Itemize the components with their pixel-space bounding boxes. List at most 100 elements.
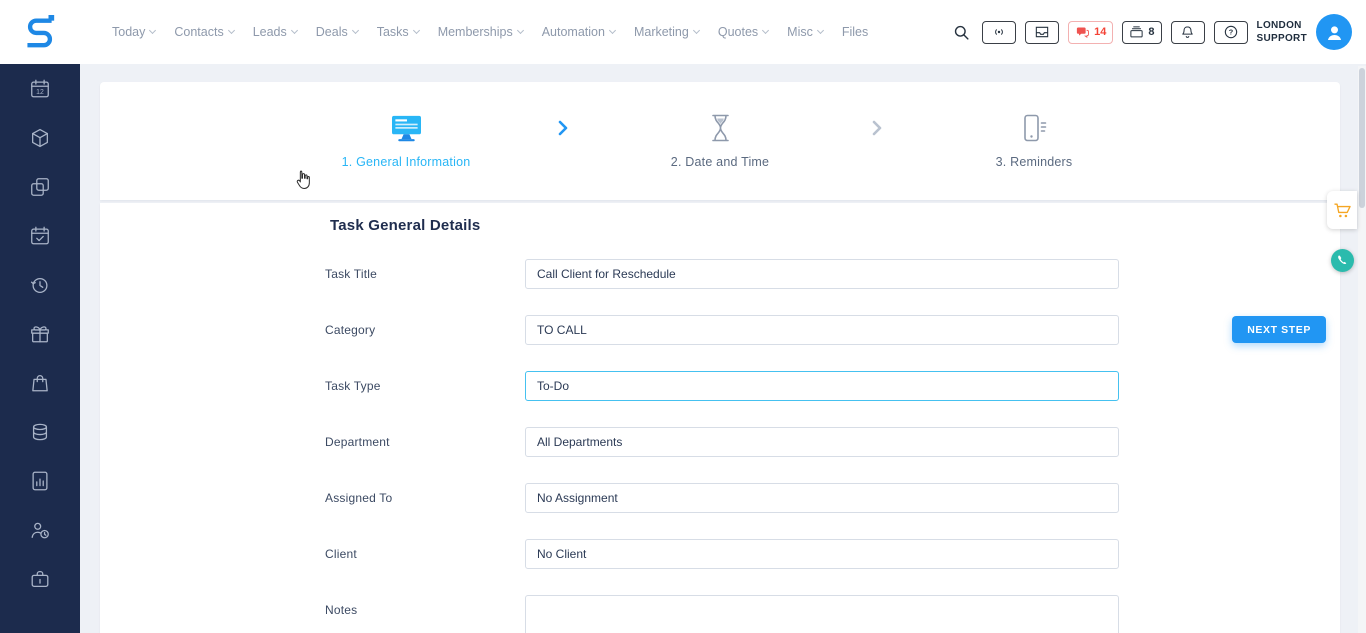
nav-item-deals[interactable]: Deals: [316, 25, 358, 39]
chat-badge-count: 14: [1094, 26, 1106, 38]
task-type-input[interactable]: [525, 371, 1119, 401]
chevron-down-icon: [291, 27, 298, 34]
shopping-cart-icon: [1333, 201, 1352, 220]
notifications-button[interactable]: [1171, 21, 1205, 44]
stacked-cards-icon: [1129, 25, 1144, 40]
account-name-line2: SUPPORT: [1257, 32, 1307, 46]
nav-item-automation[interactable]: Automation: [542, 25, 615, 39]
monitor-icon: [390, 114, 423, 143]
nav-item-files[interactable]: Files: [842, 25, 868, 39]
form-row-category: Category: [325, 315, 1340, 345]
assigned-to-label: Assigned To: [325, 491, 525, 505]
next-step-button[interactable]: NEXT STEP: [1232, 316, 1326, 343]
inbox-icon: [1034, 24, 1050, 40]
scrollbar-thumb[interactable]: [1359, 68, 1365, 208]
chat-notifications-button[interactable]: 14: [1068, 21, 1113, 44]
step-reminders[interactable]: 3. Reminders: [889, 113, 1179, 169]
form-row-task-type: Task Type: [325, 371, 1340, 401]
chevron-down-icon: [693, 27, 700, 34]
client-label: Client: [325, 547, 525, 561]
nav-label: Leads: [253, 25, 287, 39]
membership-badge-count: 8: [1148, 26, 1154, 38]
nav-label: Files: [842, 25, 868, 39]
client-input[interactable]: [525, 539, 1119, 569]
chevron-down-icon: [817, 27, 824, 34]
package-icon[interactable]: [29, 127, 51, 149]
phone-widget-button[interactable]: [1331, 249, 1354, 272]
nav-item-today[interactable]: Today: [112, 25, 155, 39]
main-nav: Today Contacts Leads Deals Tasks Members…: [112, 25, 868, 39]
nav-label: Quotes: [718, 25, 758, 39]
nav-item-tasks[interactable]: Tasks: [377, 25, 419, 39]
form-row-department: Department: [325, 427, 1340, 457]
nav-label: Today: [112, 25, 145, 39]
shopping-bag-icon[interactable]: [29, 372, 51, 394]
step-label: 2. Date and Time: [671, 155, 769, 169]
nav-item-leads[interactable]: Leads: [253, 25, 297, 39]
cart-widget-button[interactable]: [1327, 191, 1357, 229]
hourglass-icon: [708, 113, 733, 143]
bell-icon: [1180, 25, 1195, 40]
step-label: 3. Reminders: [996, 155, 1073, 169]
chevron-down-icon: [609, 27, 616, 34]
form-row-client: Client: [325, 539, 1340, 569]
user-avatar[interactable]: [1316, 14, 1352, 50]
category-input[interactable]: [525, 315, 1119, 345]
report-chart-icon[interactable]: [29, 470, 51, 492]
scrollbar-track: [1358, 66, 1366, 633]
step-label: 1. General Information: [342, 155, 471, 169]
chevron-down-icon: [517, 27, 524, 34]
chat-bubbles-icon: [1075, 25, 1090, 40]
form-title: Task General Details: [330, 217, 1340, 239]
memberships-button[interactable]: 8: [1122, 21, 1161, 44]
nav-label: Automation: [542, 25, 605, 39]
notes-textarea[interactable]: [525, 595, 1119, 633]
copy-pages-icon[interactable]: [29, 176, 51, 198]
task-type-label: Task Type: [325, 379, 525, 393]
main-content: 1. General Information 2. Date and Time: [80, 64, 1366, 633]
department-label: Department: [325, 435, 525, 449]
nav-item-contacts[interactable]: Contacts: [174, 25, 233, 39]
history-icon[interactable]: [29, 274, 51, 296]
wizard-stepper-card: 1. General Information 2. Date and Time: [100, 82, 1340, 200]
coins-icon[interactable]: [29, 421, 51, 443]
left-sidebar: 12: [0, 64, 80, 633]
briefcase-icon[interactable]: [29, 568, 51, 590]
wizard-stepper: 1. General Information 2. Date and Time: [261, 113, 1179, 169]
chevron-down-icon: [352, 27, 359, 34]
calendar-check-icon[interactable]: [29, 225, 51, 247]
step-general-information[interactable]: 1. General Information: [261, 114, 551, 169]
category-label: Category: [325, 323, 525, 337]
nav-label: Misc: [787, 25, 813, 39]
nav-item-memberships[interactable]: Memberships: [438, 25, 523, 39]
help-button[interactable]: ?: [1214, 21, 1248, 44]
chevron-down-icon: [228, 27, 235, 34]
question-mark-icon: ?: [1223, 24, 1239, 40]
nav-item-quotes[interactable]: Quotes: [718, 25, 768, 39]
user-clock-icon[interactable]: [29, 519, 51, 541]
assigned-to-input[interactable]: [525, 483, 1119, 513]
step-date-and-time[interactable]: 2. Date and Time: [575, 113, 865, 169]
phone-reminder-icon: [1021, 113, 1047, 143]
voice-broadcast-button[interactable]: [982, 21, 1016, 44]
nav-label: Tasks: [377, 25, 409, 39]
inbox-button[interactable]: [1025, 21, 1059, 44]
header-actions: 14 8 ? LONDON SUPPORT: [952, 14, 1366, 50]
nav-item-marketing[interactable]: Marketing: [634, 25, 699, 39]
nav-label: Deals: [316, 25, 348, 39]
department-input[interactable]: [525, 427, 1119, 457]
svg-text:12: 12: [36, 89, 44, 96]
chevron-down-icon: [413, 27, 420, 34]
step-arrow-icon: [865, 120, 889, 136]
gift-icon[interactable]: [29, 323, 51, 345]
app-logo[interactable]: [0, 13, 80, 51]
task-title-input[interactable]: [525, 259, 1119, 289]
svg-text:?: ?: [1228, 28, 1233, 37]
nav-label: Memberships: [438, 25, 513, 39]
task-form-card: Task General Details Task Title Category…: [100, 203, 1340, 633]
search-icon[interactable]: [952, 23, 971, 42]
logo-icon: [23, 13, 57, 51]
calendar-icon[interactable]: 12: [29, 78, 51, 100]
nav-item-misc[interactable]: Misc: [787, 25, 823, 39]
nav-label: Marketing: [634, 25, 689, 39]
